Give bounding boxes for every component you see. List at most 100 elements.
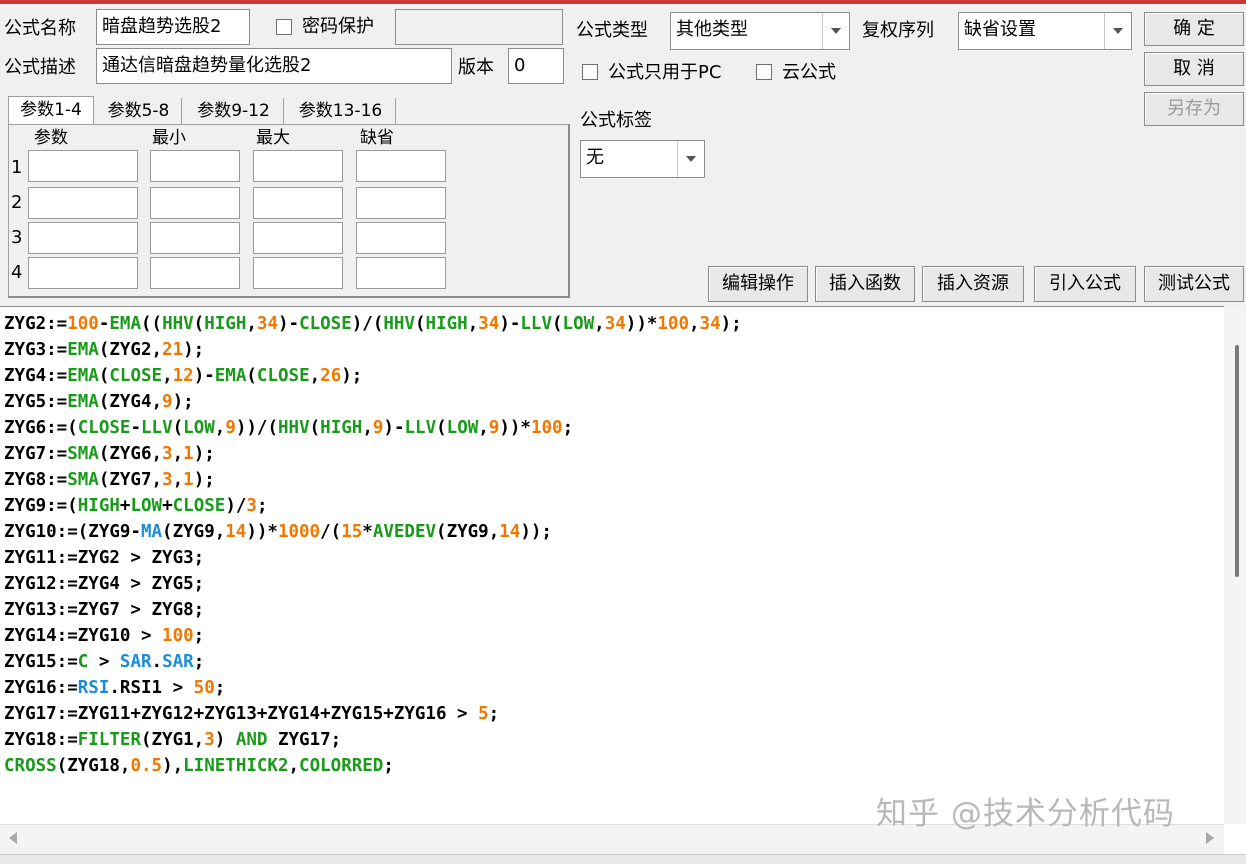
param-max-field[interactable] xyxy=(253,257,343,289)
param-name-field[interactable] xyxy=(28,257,138,289)
cloud-formula-checkbox[interactable] xyxy=(756,64,772,80)
code-token: ; xyxy=(383,756,394,776)
code-line[interactable]: ZYG11:=ZYG2 > ZYG3; xyxy=(4,545,742,571)
code-line[interactable]: ZYG2:=100-EMA((HHV(HIGH,34)-CLOSE)/(HHV(… xyxy=(4,311,742,337)
version-input[interactable]: 0 xyxy=(508,48,564,84)
code-token: CLOSE xyxy=(109,366,163,386)
formula-type-label: 公式类型 xyxy=(576,20,648,41)
cancel-button[interactable]: 取 消 xyxy=(1144,52,1244,86)
code-line[interactable]: ZYG7:=SMA(ZYG6,3,1); xyxy=(4,441,742,467)
code-token: ) xyxy=(214,730,236,750)
param-max-field[interactable] xyxy=(253,187,343,219)
code-token: 34 xyxy=(604,314,626,334)
code-token: ZYG15:= xyxy=(4,652,78,672)
param-max-field[interactable] xyxy=(253,150,343,182)
chevron-down-icon[interactable] xyxy=(677,141,704,177)
code-line[interactable]: ZYG17:=ZYG11+ZYG12+ZYG13+ZYG14+ZYG15+ZYG… xyxy=(4,701,742,727)
formula-tag-select[interactable]: 无 xyxy=(580,140,705,178)
formula-desc-input[interactable]: 通达信暗盘趋势量化选股2 xyxy=(96,48,452,84)
fq-series-label: 复权序列 xyxy=(862,20,934,41)
test-formula-button[interactable]: 测试公式 xyxy=(1144,266,1244,302)
scroll-left-icon[interactable] xyxy=(9,832,17,844)
code-token: AVEDEV xyxy=(372,522,437,542)
code-editor[interactable]: ZYG2:=100-EMA((HHV(HIGH,34)-CLOSE)/(HHV(… xyxy=(0,306,1246,864)
code-line[interactable]: ZYG18:=FILTER(ZYG1,3) AND ZYG17; xyxy=(4,727,742,753)
code-line[interactable]: ZYG10:=(ZYG9-MA(ZYG9,14))*1000/(15*AVEDE… xyxy=(4,519,742,545)
code-token: ZYG13:=ZYG7 > ZYG8; xyxy=(4,600,205,620)
param-name-field[interactable] xyxy=(28,187,138,219)
code-line[interactable]: ZYG15:=C > SAR.SAR; xyxy=(4,649,742,675)
code-line[interactable]: ZYG12:=ZYG4 > ZYG5; xyxy=(4,571,742,597)
code-token: EMA xyxy=(67,340,99,360)
code-token: > xyxy=(88,652,120,672)
code-token: )/( xyxy=(351,314,384,334)
password-protect-checkbox[interactable] xyxy=(276,19,292,35)
param-default-field[interactable] xyxy=(356,257,446,289)
code-line[interactable]: ZYG16:=RSI.RSI1 > 50; xyxy=(4,675,742,701)
formula-type-select[interactable]: 其他类型 xyxy=(670,12,850,50)
code-token: , xyxy=(246,314,257,334)
code-token: 1 xyxy=(183,470,194,490)
code-token: (ZYG6, xyxy=(98,444,163,464)
password-protect-label: 密码保护 xyxy=(302,16,374,37)
version-label: 版本 xyxy=(458,57,494,78)
save-as-button[interactable]: 另存为 xyxy=(1144,92,1244,126)
chevron-down-icon[interactable] xyxy=(1104,13,1131,49)
code-token: )- xyxy=(383,418,405,438)
code-line[interactable]: ZYG14:=ZYG10 > 100; xyxy=(4,623,742,649)
ok-button[interactable]: 确 定 xyxy=(1144,12,1244,46)
param-default-field[interactable] xyxy=(356,222,446,254)
param-default-field[interactable] xyxy=(356,150,446,182)
param-min-field[interactable] xyxy=(150,222,240,254)
code-line[interactable]: ZYG9:=(HIGH+LOW+CLOSE)/3; xyxy=(4,493,742,519)
tab-params-5-8[interactable]: 参数5-8 xyxy=(96,98,182,126)
chevron-down-icon[interactable] xyxy=(822,13,849,49)
param-min-field[interactable] xyxy=(150,257,240,289)
formula-name-input[interactable]: 暗盘趋势选股2 xyxy=(96,9,250,45)
import-formula-button[interactable]: 引入公式 xyxy=(1034,266,1136,302)
code-line[interactable]: CROSS(ZYG18,0.5),LINETHICK2,COLORRED; xyxy=(4,753,742,779)
param-name-field[interactable] xyxy=(28,150,138,182)
password-input[interactable] xyxy=(395,9,563,45)
code-line[interactable]: ZYG8:=SMA(ZYG7,3,1); xyxy=(4,467,742,493)
code-token: LOW xyxy=(562,314,595,334)
code-token: ZYG14:=ZYG10 > xyxy=(4,626,163,646)
tab-params-1-4[interactable]: 参数1-4 xyxy=(8,96,94,126)
code-token: ( xyxy=(552,314,563,334)
code-line[interactable]: ZYG13:=ZYG7 > ZYG8; xyxy=(4,597,742,623)
code-token: 1000 xyxy=(277,522,321,542)
param-min-field[interactable] xyxy=(150,187,240,219)
code-line[interactable]: ZYG6:=(CLOSE-LLV(LOW,9))/(HHV(HIGH,9)-LL… xyxy=(4,415,742,441)
scroll-right-icon[interactable] xyxy=(1206,832,1214,844)
code-token: , xyxy=(214,418,226,438)
code-token: ( xyxy=(193,314,205,334)
param-max-field[interactable] xyxy=(253,222,343,254)
code-line[interactable]: ZYG4:=EMA(CLOSE,12)-EMA(CLOSE,26); xyxy=(4,363,742,389)
code-line[interactable]: ZYG3:=EMA(ZYG2,21); xyxy=(4,337,742,363)
pc-only-checkbox[interactable] xyxy=(582,64,598,80)
formula-tag-value: 无 xyxy=(586,147,604,168)
code-token: HIGH xyxy=(77,496,120,516)
code-line[interactable]: ZYG5:=EMA(ZYG4,9); xyxy=(4,389,742,415)
fq-series-select[interactable]: 缺省设置 xyxy=(958,12,1132,50)
edit-ops-button[interactable]: 编辑操作 xyxy=(708,266,808,302)
insert-resource-button[interactable]: 插入资源 xyxy=(922,266,1024,302)
code-token: SAR xyxy=(119,652,152,672)
code-token: CROSS xyxy=(4,756,57,776)
code-token: EMA xyxy=(109,314,141,334)
code-token: EMA xyxy=(67,392,99,412)
code-text[interactable]: ZYG2:=100-EMA((HHV(HIGH,34)-CLOSE)/(HHV(… xyxy=(4,311,742,779)
tab-params-13-16[interactable]: 参数13-16 xyxy=(286,98,396,126)
code-token: SMA xyxy=(67,470,99,490)
vertical-scroll-thumb[interactable] xyxy=(1235,345,1239,577)
param-name-field[interactable] xyxy=(28,222,138,254)
param-default-field[interactable] xyxy=(356,187,446,219)
code-token: ); xyxy=(341,366,363,386)
code-token: ( xyxy=(309,418,321,438)
param-min-field[interactable] xyxy=(150,150,240,182)
tab-params-9-12[interactable]: 参数9-12 xyxy=(184,98,284,126)
code-token: HHV xyxy=(383,314,415,334)
param-row-index: 1 xyxy=(11,157,23,178)
insert-function-button[interactable]: 插入函数 xyxy=(815,266,915,302)
code-token: ZYG17; xyxy=(267,730,342,750)
